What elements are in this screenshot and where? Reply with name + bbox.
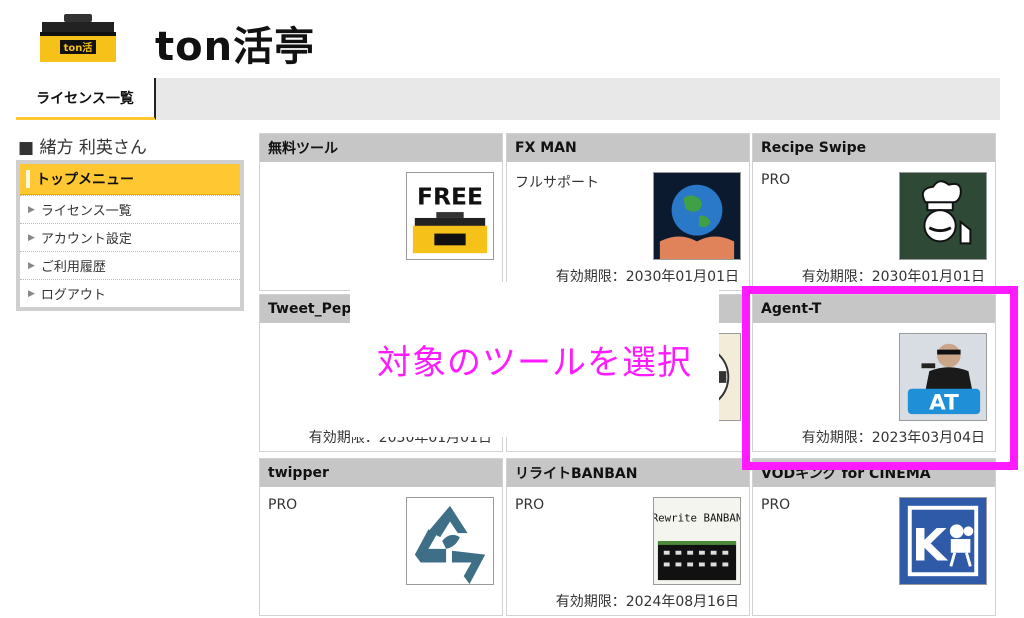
tool-card-recipe-swipe[interactable]: Recipe Swipe PRO 有効期限：2030年01月01日 (752, 133, 996, 291)
site-title[interactable]: ton活亭 (155, 14, 315, 72)
sidebar-item-license-list[interactable]: ▶ ライセンス一覧 (20, 195, 240, 223)
sidebar-menu: トップメニュー ▶ ライセンス一覧 ▶ アカウント設定 ▶ ご利用履歴 ▶ ログ… (16, 160, 244, 311)
k-letter: K (912, 519, 949, 572)
sidebar-item-label: ログアウト (40, 288, 106, 303)
toolbox-logo-icon[interactable]: ton活 (38, 12, 118, 66)
tool-card-rewrite-banban[interactable]: リライトBANBAN PRO Rewrite BANBAN 有効期限：2024年… (506, 458, 750, 616)
recycle-bird-icon[interactable] (406, 497, 494, 585)
tool-card-free[interactable]: 無料ツール FREE (259, 133, 503, 291)
rewrite-banban-icon[interactable]: Rewrite BANBAN (653, 497, 741, 585)
triangle-right-icon: ▶ (28, 260, 35, 271)
sidebar-item-label: アカウント設定 (40, 232, 132, 247)
chef-icon[interactable] (899, 172, 987, 260)
rewrite-banban-icon-text: Rewrite BANBAN (654, 511, 740, 524)
sidebar-item-account-settings[interactable]: ▶ アカウント設定 (20, 223, 240, 251)
menu-title[interactable]: トップメニュー (20, 164, 240, 195)
tool-card-title: twipper (260, 459, 502, 487)
plan-label: PRO (515, 497, 545, 513)
sidebar-item-usage-history[interactable]: ▶ ご利用履歴 (20, 251, 240, 279)
tool-card-fx-man[interactable]: FX MAN フルサポート 有効期限：2030年01月01日 (506, 133, 750, 291)
sidebar-item-label: ライセンス一覧 (40, 204, 132, 219)
tab-license-list[interactable]: ライセンス一覧 (16, 78, 156, 120)
logo-text: ton活 (64, 41, 93, 54)
user-name: ■ 緒方 利英さん (18, 138, 147, 158)
free-toolbox-icon[interactable]: FREE (406, 172, 494, 260)
earth-hands-icon[interactable] (653, 172, 741, 260)
tool-card-title: リライトBANBAN (507, 459, 749, 487)
plan-label: PRO (761, 172, 791, 188)
plan-label: PRO (268, 497, 298, 513)
sidebar-item-label: ご利用履歴 (40, 260, 106, 275)
expiry-date: 有効期限：2024年08月16日 (555, 594, 739, 610)
highlight-box-agent-t (742, 286, 1018, 470)
instruction-text: 対象のツールを選択 (377, 343, 692, 383)
k-camera-icon[interactable]: K (899, 497, 987, 585)
plan-label: フルサポート (515, 175, 599, 191)
tool-card-title: FX MAN (507, 134, 749, 162)
tool-card-title: 無料ツール (260, 134, 502, 162)
free-label: FREE (417, 182, 483, 210)
tab-bar: ライセンス一覧 (16, 78, 1000, 120)
sidebar-item-logout[interactable]: ▶ ログアウト (20, 279, 240, 307)
tool-card-vod-king[interactable]: VODキング for CINEMA PRO K (752, 458, 996, 616)
instruction-callout: 対象のツールを選択 (350, 282, 719, 437)
triangle-right-icon: ▶ (28, 232, 35, 243)
tool-card-title: Recipe Swipe (753, 134, 995, 162)
triangle-right-icon: ▶ (28, 288, 35, 299)
tool-card-twipper[interactable]: twipper PRO (259, 458, 503, 616)
plan-label: PRO (761, 497, 791, 513)
expiry-date: 有効期限：2030年01月01日 (801, 269, 985, 285)
triangle-right-icon: ▶ (28, 204, 35, 215)
